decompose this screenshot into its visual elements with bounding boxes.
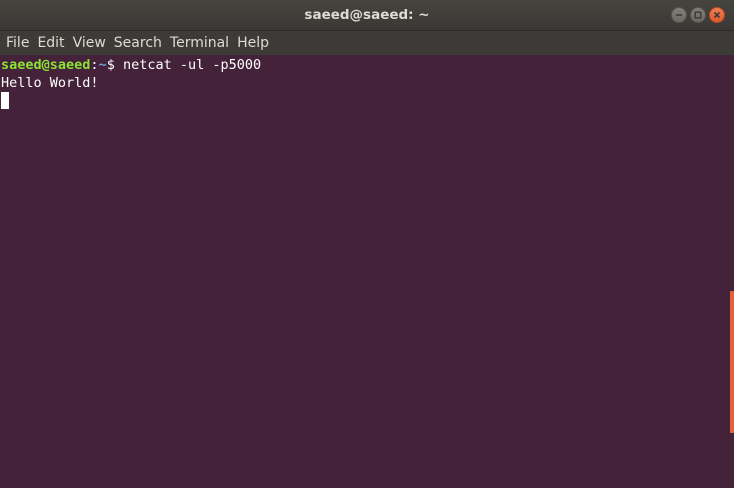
maximize-button[interactable] bbox=[690, 7, 706, 23]
menu-terminal[interactable]: Terminal bbox=[166, 31, 233, 55]
menu-file[interactable]: File bbox=[2, 31, 33, 55]
terminal-window: saeed@saeed: ~ File Edit View Search Ter… bbox=[0, 0, 734, 488]
menu-search[interactable]: Search bbox=[110, 31, 166, 55]
menu-help[interactable]: Help bbox=[233, 31, 273, 55]
close-button[interactable] bbox=[709, 7, 725, 23]
prompt-colon: : bbox=[90, 57, 99, 73]
scrollbar-thumb[interactable] bbox=[730, 291, 734, 433]
terminal-area[interactable]: saeed@saeed:~$ netcat -ul -p5000 Hello W… bbox=[0, 55, 730, 488]
close-icon bbox=[713, 11, 721, 19]
maximize-icon bbox=[694, 11, 702, 19]
text-cursor bbox=[1, 92, 9, 109]
minimize-icon bbox=[676, 14, 682, 16]
minimize-button[interactable] bbox=[671, 7, 687, 23]
command-line: saeed@saeed:~$ netcat -ul -p5000 bbox=[1, 56, 730, 74]
cursor-line bbox=[1, 92, 730, 110]
output-line: Hello World! bbox=[1, 75, 99, 91]
prompt-symbol: $ bbox=[106, 57, 123, 73]
menu-edit[interactable]: Edit bbox=[33, 31, 68, 55]
menu-view[interactable]: View bbox=[69, 31, 110, 55]
prompt-path: ~ bbox=[98, 57, 107, 73]
prompt-user-host: saeed@saeed bbox=[1, 57, 91, 73]
menu-bar: File Edit View Search Terminal Help bbox=[0, 31, 734, 55]
window-controls bbox=[671, 7, 725, 23]
window-title: saeed@saeed: ~ bbox=[304, 7, 430, 23]
title-bar[interactable]: saeed@saeed: ~ bbox=[0, 0, 734, 31]
command-text: netcat -ul -p5000 bbox=[122, 57, 262, 73]
